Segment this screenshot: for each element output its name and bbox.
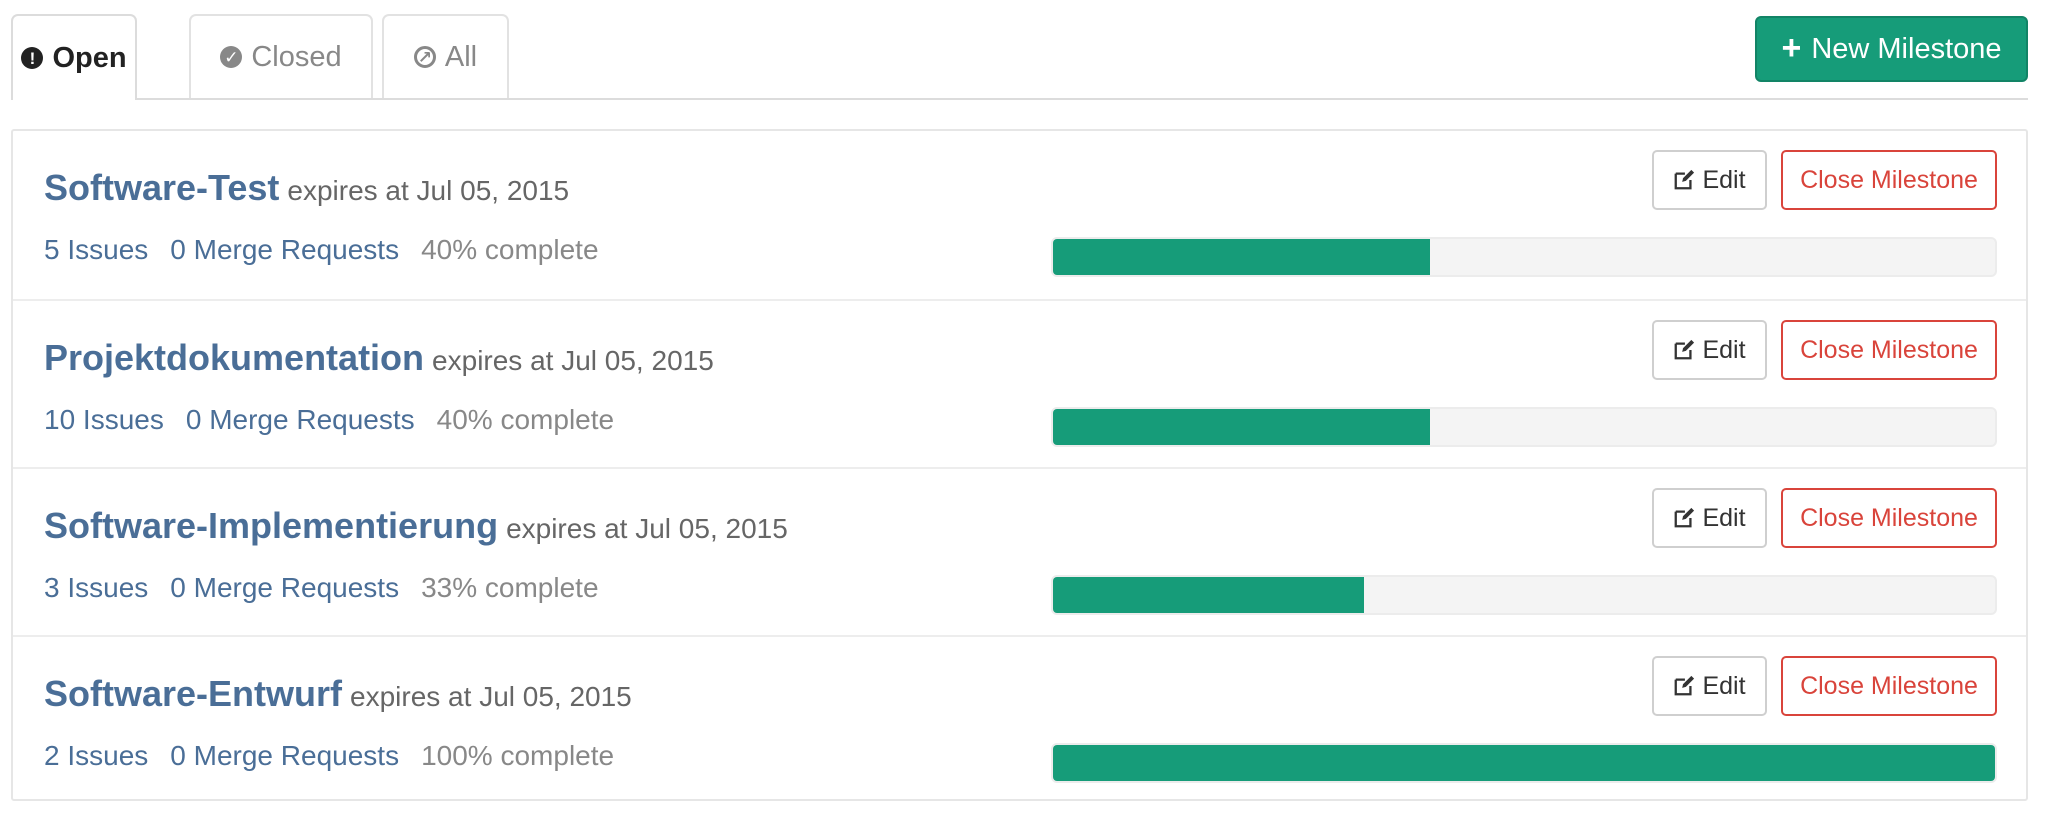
progress-bar: [1051, 237, 1997, 277]
edit-label: Edit: [1702, 165, 1746, 194]
completion-text: 40% complete: [421, 234, 599, 265]
merge-requests-link[interactable]: 0 Merge Requests: [170, 740, 399, 771]
edit-button[interactable]: Edit: [1652, 656, 1767, 716]
new-milestone-label: New Milestone: [1811, 32, 2002, 65]
progress-fill: [1053, 409, 1430, 445]
issues-link[interactable]: 10 Issues: [44, 404, 164, 435]
close-milestone-label: Close Milestone: [1800, 165, 1978, 194]
new-milestone-button[interactable]: + New Milestone: [1755, 16, 2028, 82]
issues-link[interactable]: 3 Issues: [44, 572, 148, 603]
progress-fill: [1053, 745, 1995, 781]
milestone-meta: 2 Issues 0 Merge Requests 100% complete: [44, 740, 614, 772]
milestone-row: Software-Test expires at Jul 05, 2015 5 I…: [13, 131, 2026, 299]
edit-icon: [1675, 507, 1695, 528]
merge-requests-link[interactable]: 0 Merge Requests: [170, 234, 399, 265]
close-milestone-label: Close Milestone: [1800, 503, 1978, 532]
close-milestone-button[interactable]: Close Milestone: [1781, 320, 1997, 380]
issues-link[interactable]: 2 Issues: [44, 740, 148, 771]
edit-button[interactable]: Edit: [1652, 488, 1767, 548]
milestone-state-tabs: ! Open ✓ Closed ↗ All: [11, 14, 2028, 100]
milestone-meta: 10 Issues 0 Merge Requests 40% complete: [44, 404, 614, 436]
milestone-title-link[interactable]: Software-Entwurf: [44, 673, 342, 714]
tab-label: All: [444, 40, 478, 73]
tab-all[interactable]: ↗ All: [382, 14, 509, 98]
plus-icon: +: [1781, 28, 1802, 67]
close-milestone-button[interactable]: Close Milestone: [1781, 488, 1997, 548]
edit-label: Edit: [1702, 335, 1746, 364]
issues-link[interactable]: 5 Issues: [44, 234, 148, 265]
milestone-expiry: expires at Jul 05, 2015: [287, 175, 570, 206]
progress-fill: [1053, 239, 1430, 275]
close-milestone-button[interactable]: Close Milestone: [1781, 656, 1997, 716]
edit-button[interactable]: Edit: [1652, 320, 1767, 380]
milestone-expiry: expires at Jul 05, 2015: [506, 513, 788, 544]
edit-label: Edit: [1702, 503, 1746, 532]
milestone-title-link[interactable]: Software-Test: [44, 167, 279, 208]
progress-bar: [1051, 575, 1997, 615]
progress-fill: [1053, 577, 1364, 613]
milestone-title-link[interactable]: Projektdokumentation: [44, 337, 424, 378]
progress-bar: [1051, 407, 1997, 447]
milestone-list: Software-Test expires at Jul 05, 2015 5 I…: [11, 129, 2028, 801]
progress-bar: [1051, 743, 1997, 783]
completion-text: 33% complete: [421, 572, 599, 603]
tab-closed[interactable]: ✓ Closed: [189, 14, 373, 98]
check-circle-icon: ✓: [220, 46, 243, 68]
milestone-row: Projektdokumentation expires at Jul 05, 2…: [13, 299, 2026, 467]
milestone-title-link[interactable]: Software-Implementierung: [44, 505, 498, 546]
milestone-expiry: expires at Jul 05, 2015: [350, 681, 632, 712]
edit-icon: [1675, 169, 1695, 190]
tab-open[interactable]: ! Open: [11, 14, 137, 100]
exclamation-circle-icon: !: [21, 47, 44, 69]
close-milestone-button[interactable]: Close Milestone: [1781, 150, 1997, 210]
milestone-row: Software-Entwurf expires at Jul 05, 2015 …: [13, 635, 2026, 803]
milestone-row: Software-Implementierung expires at Jul 0…: [13, 467, 2026, 635]
edit-icon: [1675, 675, 1695, 696]
edit-icon: [1675, 339, 1695, 360]
edit-button[interactable]: Edit: [1652, 150, 1767, 210]
merge-requests-link[interactable]: 0 Merge Requests: [186, 404, 415, 435]
tab-label: Open: [52, 41, 127, 74]
compass-icon: ↗: [413, 46, 436, 68]
milestone-expiry: expires at Jul 05, 2015: [432, 345, 714, 376]
milestone-meta: 3 Issues 0 Merge Requests 33% complete: [44, 572, 599, 604]
completion-text: 40% complete: [436, 404, 615, 435]
tab-label: Closed: [251, 40, 342, 73]
close-milestone-label: Close Milestone: [1800, 335, 1978, 364]
close-milestone-label: Close Milestone: [1800, 671, 1978, 700]
completion-text: 100% complete: [421, 740, 615, 771]
edit-label: Edit: [1702, 671, 1746, 700]
merge-requests-link[interactable]: 0 Merge Requests: [170, 572, 399, 603]
milestone-meta: 5 Issues 0 Merge Requests 40% complete: [44, 234, 599, 266]
